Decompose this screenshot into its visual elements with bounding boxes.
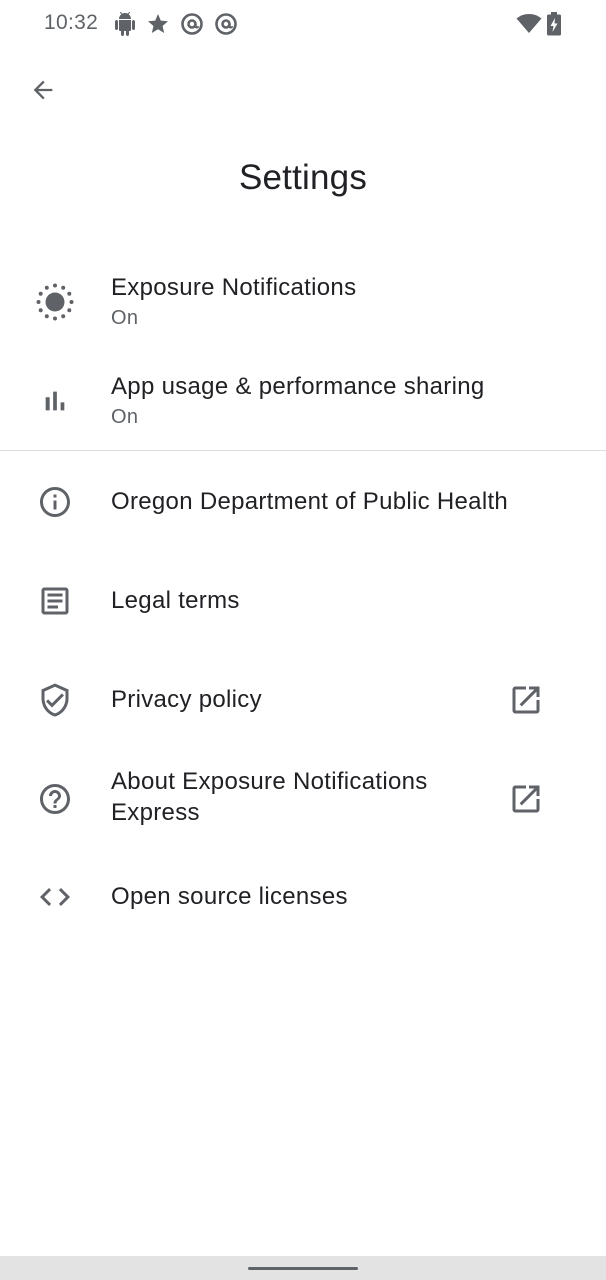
info-icon bbox=[31, 478, 79, 526]
status-bar: 10:32 bbox=[0, 0, 606, 48]
app-usage-status: On bbox=[111, 406, 139, 428]
bar-chart-icon bbox=[31, 377, 79, 425]
page-title: Settings bbox=[238, 158, 368, 197]
settings-item-about[interactable]: About Exposure Notifications Express bbox=[0, 766, 606, 832]
at-sign-icon bbox=[214, 12, 238, 36]
wifi-icon bbox=[516, 12, 542, 36]
shield-check-icon bbox=[31, 676, 79, 724]
open-source-label: Open source licenses bbox=[111, 883, 348, 910]
exposure-notifications-label: Exposure Notifications bbox=[111, 274, 357, 301]
article-icon bbox=[31, 577, 79, 625]
star-icon bbox=[146, 12, 170, 36]
settings-item-open-source[interactable]: Open source licenses bbox=[0, 873, 606, 921]
settings-item-privacy-policy[interactable]: Privacy policy bbox=[0, 676, 606, 724]
settings-item-exposure-notifications[interactable]: Exposure Notifications On bbox=[0, 264, 606, 344]
home-gesture-handle[interactable] bbox=[248, 1267, 358, 1270]
settings-item-legal-terms[interactable]: Legal terms bbox=[0, 577, 606, 625]
open-in-new-icon bbox=[502, 775, 550, 823]
arrow-back-icon bbox=[29, 76, 57, 104]
help-icon bbox=[31, 775, 79, 823]
section-divider bbox=[0, 450, 606, 451]
health-authority-label: Oregon Department of Public Health bbox=[111, 488, 509, 515]
legal-terms-label: Legal terms bbox=[111, 587, 240, 614]
open-in-new-icon bbox=[502, 676, 550, 724]
settings-item-app-usage[interactable]: App usage & performance sharing On bbox=[0, 363, 606, 443]
status-time: 10:32 bbox=[44, 11, 99, 34]
exposure-notifications-status: On bbox=[111, 307, 139, 329]
android-icon bbox=[113, 12, 137, 36]
about-label-line1: About Exposure Notifications bbox=[111, 768, 428, 795]
settings-item-health-authority[interactable]: Oregon Department of Public Health bbox=[0, 478, 606, 526]
code-icon bbox=[31, 873, 79, 921]
back-button[interactable] bbox=[19, 66, 67, 114]
navigation-bar bbox=[0, 1256, 606, 1280]
battery-charging-icon bbox=[546, 12, 570, 36]
privacy-policy-label: Privacy policy bbox=[111, 686, 262, 713]
app-usage-label: App usage & performance sharing bbox=[111, 373, 485, 400]
about-label-line2: Express bbox=[111, 799, 200, 826]
exposure-icon bbox=[31, 278, 79, 326]
at-sign-icon bbox=[180, 12, 204, 36]
